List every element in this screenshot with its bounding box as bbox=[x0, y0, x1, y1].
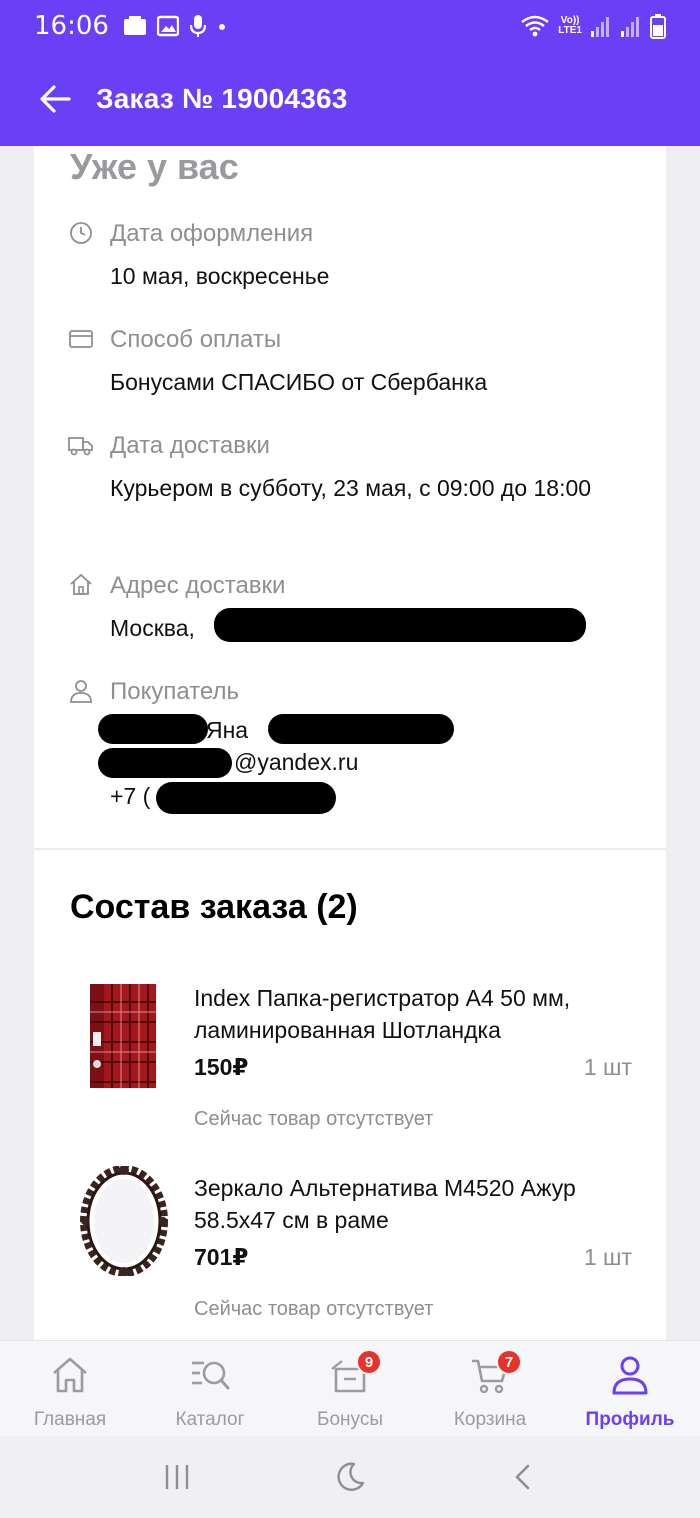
home-icon bbox=[53, 1357, 87, 1393]
redacted-address bbox=[214, 608, 586, 642]
order-item[interactable]: Зеркало Альтернатива М4520 Ажур 58.5х47 … bbox=[34, 1166, 666, 1340]
product-name[interactable]: Зеркало Альтернатива М4520 Ажур 58.5х47 … bbox=[194, 1172, 644, 1236]
gallery-notification-icon bbox=[123, 16, 146, 35]
delivery-date-label: Дата доставки bbox=[110, 432, 270, 459]
recent-apps-button[interactable] bbox=[147, 1447, 207, 1507]
section-divider bbox=[34, 848, 666, 850]
profile-icon bbox=[612, 1356, 648, 1395]
system-navigation-bar bbox=[0, 1436, 700, 1518]
signal-icon-2 bbox=[621, 17, 639, 37]
redacted-patronymic bbox=[268, 714, 454, 744]
nav-bonuses[interactable]: 9 Бонусы bbox=[280, 1341, 420, 1436]
redacted-phone bbox=[156, 782, 336, 814]
order-date-value: 10 мая, воскресенье bbox=[110, 263, 330, 289]
binder-thumbnail bbox=[90, 984, 156, 1088]
back-button[interactable] bbox=[20, 64, 90, 134]
system-back-button[interactable] bbox=[493, 1447, 553, 1507]
buyer-label: Покупатель bbox=[110, 678, 239, 705]
product-stock-status: Сейчас товар отсутствует bbox=[194, 1298, 434, 1320]
nav-home[interactable]: Главная bbox=[0, 1341, 140, 1436]
mirror-thumbnail bbox=[80, 1166, 168, 1276]
nav-cart-icon-wrap: 7 bbox=[468, 1349, 522, 1397]
card-icon bbox=[69, 330, 93, 348]
lte-indicator: Vo)) LTE1 bbox=[558, 15, 582, 36]
cart-badge: 7 bbox=[496, 1349, 522, 1375]
nav-catalog-label: Каталог bbox=[175, 1409, 245, 1430]
catalog-search-icon bbox=[192, 1361, 230, 1390]
status-time: 16:06 bbox=[34, 11, 109, 41]
order-item[interactable]: Index Папка-регистратор А4 50 мм, ламини… bbox=[34, 982, 666, 1152]
product-name[interactable]: Index Папка-регистратор А4 50 мм, ламини… bbox=[194, 982, 644, 1046]
redacted-email bbox=[98, 748, 232, 778]
nav-bonuses-icon-wrap: 9 bbox=[328, 1349, 382, 1397]
clock-icon bbox=[70, 222, 92, 244]
recent-apps-icon bbox=[165, 1465, 188, 1489]
signal-icon bbox=[591, 17, 609, 37]
address-label: Адрес доставки bbox=[110, 572, 286, 599]
nav-home-label: Главная bbox=[33, 1409, 107, 1430]
status-system-icons: Vo)) LTE1 bbox=[520, 13, 666, 39]
buyer-email: @yandex.ru bbox=[234, 749, 359, 775]
product-quantity: 1 шт bbox=[583, 1054, 632, 1080]
status-bar: 16:06 Vo)) LTE1 bbox=[0, 0, 700, 52]
payment-label: Способ оплаты bbox=[110, 326, 282, 353]
order-date-label: Дата оформления bbox=[110, 220, 314, 247]
product-price: 150₽ bbox=[194, 1054, 249, 1080]
home-system-button[interactable] bbox=[320, 1447, 380, 1507]
buyer-name: Яна bbox=[206, 717, 249, 743]
app-bar: Заказ № 19004363 bbox=[0, 52, 700, 146]
nav-profile[interactable]: Профиль bbox=[560, 1341, 700, 1436]
nav-profile-label: Профиль bbox=[585, 1409, 675, 1430]
person-icon bbox=[70, 680, 92, 703]
microphone-icon bbox=[189, 15, 207, 37]
moon-icon bbox=[337, 1462, 365, 1491]
bottom-navigation: Главная Каталог 9 Бонусы 7 Корзина Профи… bbox=[0, 1340, 700, 1436]
product-price: 701₽ bbox=[194, 1244, 249, 1270]
nav-cart[interactable]: 7 Корзина bbox=[420, 1341, 560, 1436]
payment-value: Бонусами СПАСИБО от Сбербанка bbox=[110, 369, 488, 395]
product-quantity: 1 шт bbox=[583, 1244, 632, 1270]
arrow-back-icon bbox=[40, 85, 71, 113]
house-icon bbox=[70, 573, 92, 595]
status-section-title: Уже у вас bbox=[70, 146, 239, 187]
delivery-date-value: Курьером в субботу, 23 мая, с 09:00 до 1… bbox=[110, 475, 592, 501]
page-title: Заказ № 19004363 bbox=[96, 83, 348, 114]
bonuses-badge: 9 bbox=[356, 1349, 382, 1375]
battery-icon bbox=[650, 14, 666, 39]
order-details-card[interactable]: Уже у вас Дата оформления 10 мая, воскре… bbox=[34, 146, 666, 1340]
chevron-left-icon bbox=[516, 1464, 530, 1490]
nav-cart-label: Корзина bbox=[453, 1409, 527, 1430]
wifi-icon bbox=[521, 15, 550, 37]
nav-catalog[interactable]: Каталог bbox=[140, 1341, 280, 1436]
redacted-surname bbox=[98, 714, 208, 744]
status-notification-icons bbox=[123, 14, 227, 38]
order-composition-heading: Состав заказа (2) bbox=[70, 888, 358, 926]
dot-icon bbox=[218, 24, 225, 30]
nav-bonuses-label: Бонусы bbox=[317, 1409, 383, 1430]
image-notification-icon bbox=[156, 15, 179, 37]
app-root: 16:06 Vo)) LTE1 Заказ № 19004363 Уже у в… bbox=[0, 0, 700, 1518]
product-stock-status: Сейчас товар отсутствует bbox=[194, 1108, 434, 1130]
truck-icon bbox=[68, 437, 93, 456]
